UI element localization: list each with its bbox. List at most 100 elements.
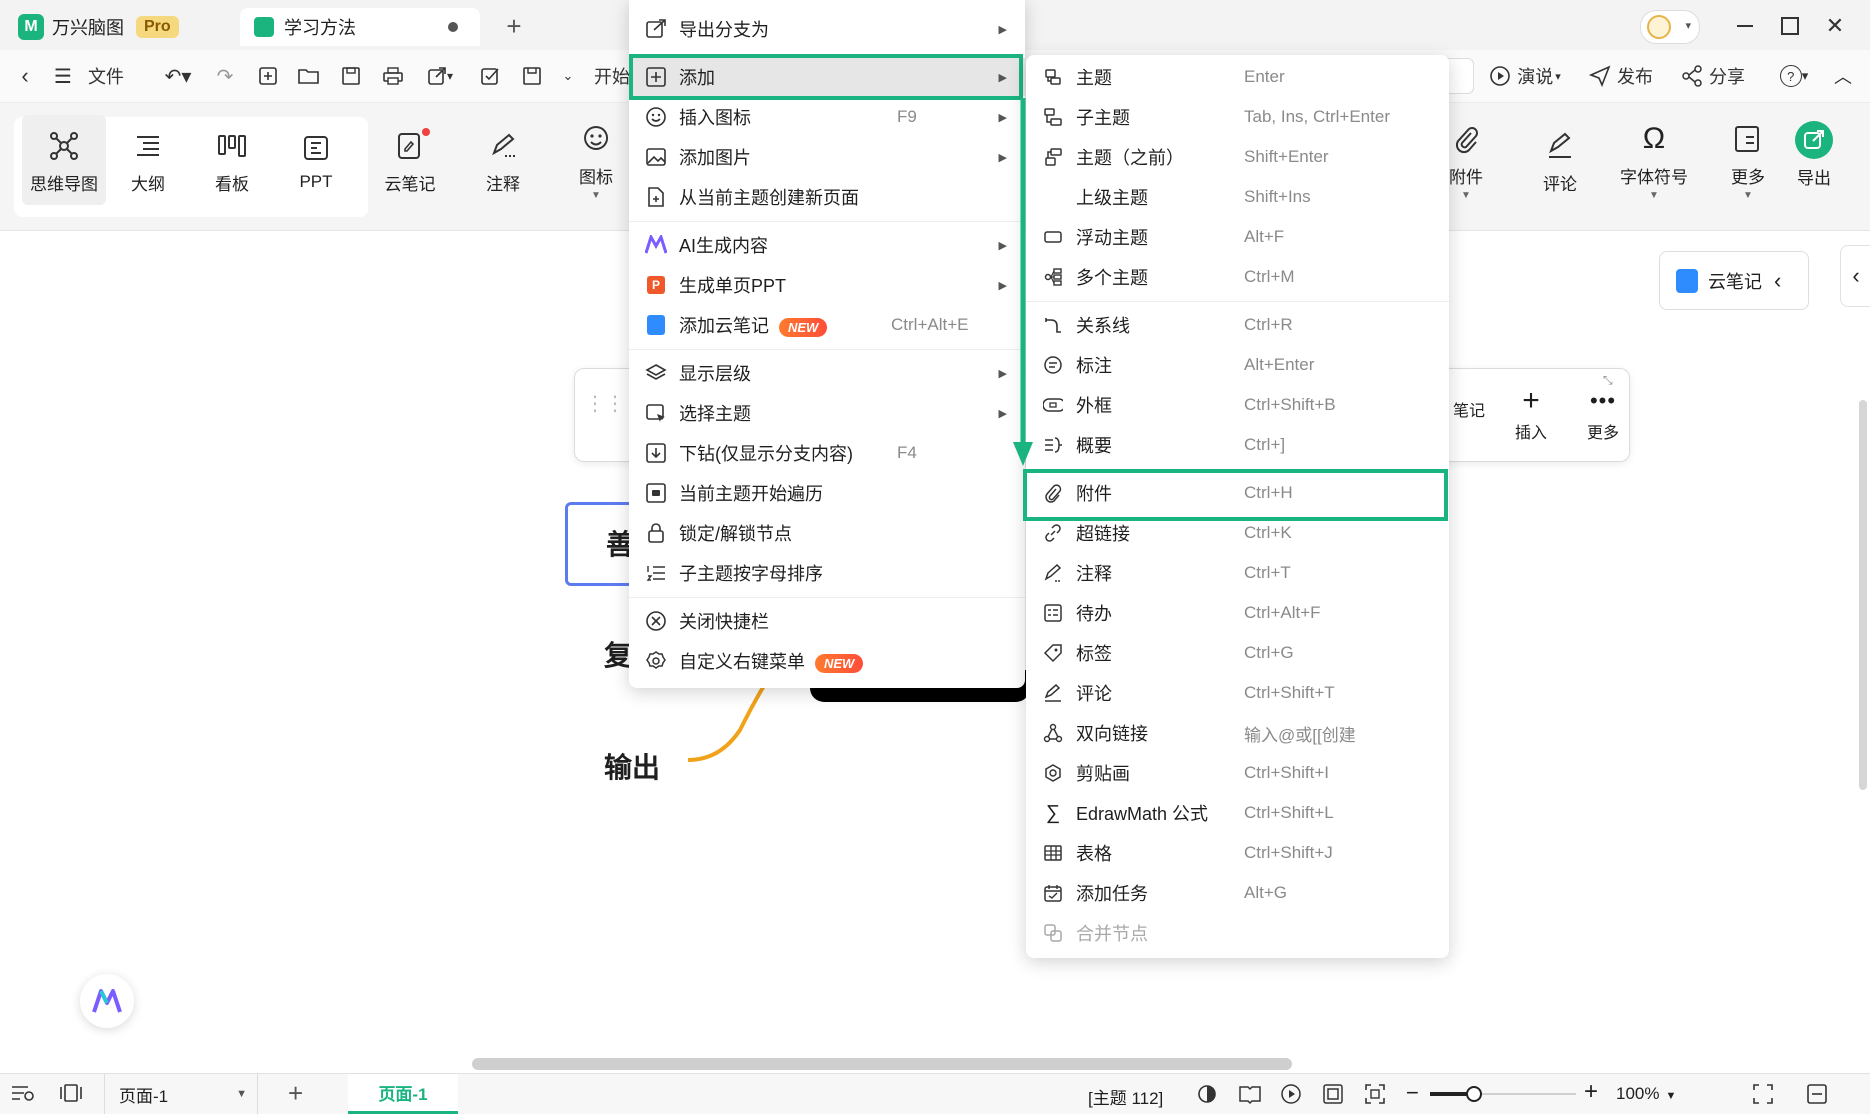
- minimize-button[interactable]: [1730, 8, 1760, 44]
- submenu-item-subtopic[interactable]: 子主题 Tab, Ins, Ctrl+Enter: [1026, 98, 1449, 136]
- back-icon[interactable]: ‹: [12, 58, 38, 94]
- close-window-button[interactable]: ✕: [1820, 8, 1850, 44]
- menu-item-generate-ppt[interactable]: P 生成单页PPT ▶: [629, 266, 1025, 304]
- vertical-scrollbar[interactable]: [1859, 400, 1867, 790]
- page-select[interactable]: 页面-1 ▼: [104, 1074, 258, 1114]
- undo-icon[interactable]: ↶▾: [160, 58, 196, 94]
- menu-item-sort[interactable]: 子主题按字母排序: [629, 554, 1025, 592]
- menu-icon[interactable]: ☰: [50, 58, 76, 94]
- node-fu[interactable]: 复: [604, 634, 632, 674]
- account-button[interactable]: ▾: [1640, 10, 1700, 44]
- node-output[interactable]: 输出: [604, 746, 660, 786]
- menu-item-traverse[interactable]: 当前主题开始遍历: [629, 474, 1025, 512]
- save-icon[interactable]: [338, 58, 364, 94]
- submenu-item-todo[interactable]: 待办 Ctrl+Alt+F: [1026, 594, 1449, 632]
- fit-page-icon[interactable]: [1322, 1083, 1344, 1105]
- share-button[interactable]: 分享: [1676, 58, 1750, 94]
- save-as-icon[interactable]: [519, 58, 545, 94]
- menu-item-close-quickbar[interactable]: 关闭快捷栏: [629, 602, 1025, 640]
- tab-document[interactable]: 学习方法: [240, 8, 480, 46]
- theme-icon[interactable]: [1196, 1083, 1218, 1105]
- cloud-note-chip[interactable]: 云笔记 ‹: [1659, 251, 1809, 310]
- export-button[interactable]: 导出: [1772, 109, 1856, 199]
- submenu-item-tag[interactable]: 标签 Ctrl+G: [1026, 634, 1449, 672]
- page-tab-active[interactable]: 页面-1: [348, 1074, 458, 1114]
- menu-item-drill-down[interactable]: 下钻(仅显示分支内容) F4: [629, 434, 1025, 472]
- menu-item-select-topic[interactable]: 选择主题 ▶: [629, 394, 1025, 432]
- panel-toggle-icon[interactable]: [1806, 1083, 1828, 1105]
- maximize-button[interactable]: [1775, 8, 1805, 44]
- submenu-item-backlink[interactable]: 双向链接 输入@或[[创建: [1026, 714, 1449, 752]
- expand-icon[interactable]: [1752, 1083, 1774, 1105]
- unsaved-dot-icon[interactable]: [448, 22, 458, 32]
- symbol-button[interactable]: Ω 字体符号 ▼: [1612, 115, 1696, 205]
- zoom-select[interactable]: 100% ▼: [1616, 1084, 1676, 1104]
- submenu-item-boundary[interactable]: 外框 Ctrl+Shift+B: [1026, 386, 1449, 424]
- view-ppt[interactable]: PPT: [274, 115, 358, 205]
- view-outline[interactable]: 大纲: [106, 115, 190, 205]
- more-quick-icon[interactable]: ⌄: [558, 58, 578, 94]
- view-kanban[interactable]: 看板: [190, 115, 274, 205]
- zoom-knob[interactable]: [1465, 1086, 1482, 1102]
- fullscreen-icon[interactable]: [1364, 1083, 1386, 1105]
- zoom-out-button[interactable]: −: [1406, 1080, 1419, 1106]
- checkbox-icon[interactable]: [477, 58, 503, 94]
- filter-icon[interactable]: [10, 1082, 38, 1106]
- menu-item-add-cloud-note[interactable]: 添加云笔记 NEW Ctrl+Alt+E: [629, 306, 1025, 344]
- new-file-icon[interactable]: [255, 58, 281, 94]
- view-mindmap[interactable]: 思维导图: [22, 115, 106, 205]
- page-panel-icon[interactable]: [58, 1082, 86, 1106]
- submenu-item-note[interactable]: 注释 Ctrl+T: [1026, 554, 1449, 592]
- export-quick-icon[interactable]: ▾: [422, 58, 458, 94]
- collapse-ribbon-icon[interactable]: ︿: [1830, 58, 1856, 94]
- menu-item-show-level[interactable]: 显示层级 ▶: [629, 354, 1025, 392]
- submenu-item-floating-topic[interactable]: 浮动主题 Alt+F: [1026, 218, 1449, 256]
- submenu-item-comment[interactable]: 评论 Ctrl+Shift+T: [1026, 674, 1449, 712]
- submenu-item-table[interactable]: 表格 Ctrl+Shift+J: [1026, 834, 1449, 872]
- submenu-item-formula[interactable]: ∑ EdrawMath 公式 Ctrl+Shift+L: [1026, 794, 1449, 832]
- new-tab-button[interactable]: +: [502, 8, 526, 44]
- present-button[interactable]: 演说 ▾: [1482, 58, 1568, 94]
- print-icon[interactable]: [380, 58, 406, 94]
- publish-button[interactable]: 发布: [1584, 58, 1658, 94]
- submenu-item-callout[interactable]: 标注 Alt+Enter: [1026, 346, 1449, 384]
- submenu-item-topic[interactable]: 主题 Enter: [1026, 58, 1449, 96]
- horizontal-scrollbar[interactable]: [472, 1058, 1292, 1070]
- menu-item-customize[interactable]: 自定义右键菜单 NEW: [629, 642, 1025, 680]
- collapse-toolbar-icon[interactable]: ⤡: [1603, 373, 1613, 388]
- float-insert-button[interactable]: + 插入: [1503, 386, 1559, 443]
- float-more-button[interactable]: ••• 更多: [1575, 387, 1631, 443]
- cloud-note-button[interactable]: 云笔记: [368, 115, 452, 205]
- menu-item-insert-icon[interactable]: 插入图标 F9 ▶: [629, 98, 1025, 136]
- icon-button[interactable]: 图标 ▼: [554, 115, 638, 205]
- submenu-item-add-task[interactable]: 添加任务 Alt+G: [1026, 874, 1449, 912]
- drag-handle-icon[interactable]: ⋮⋮: [585, 394, 625, 414]
- add-page-button[interactable]: +: [288, 1078, 303, 1109]
- book-view-icon[interactable]: [1238, 1083, 1262, 1105]
- menu-item-add-image[interactable]: 添加图片 ▶: [629, 138, 1025, 176]
- menu-item-new-page[interactable]: 从当前主题创建新页面: [629, 178, 1025, 216]
- menu-item-lock[interactable]: 锁定/解锁节点: [629, 514, 1025, 552]
- ai-assistant-button[interactable]: [80, 974, 134, 1028]
- help-button[interactable]: ? ▾: [1772, 58, 1816, 94]
- submenu-item-topic-before[interactable]: 主题（之前） Shift+Enter: [1026, 138, 1449, 176]
- redo-icon[interactable]: ↷: [212, 58, 238, 94]
- zoom-slider[interactable]: [1430, 1086, 1576, 1102]
- submenu-item-multiple-topics[interactable]: 多个主题 Ctrl+M: [1026, 258, 1449, 296]
- side-panel-toggle[interactable]: ‹: [1840, 245, 1870, 307]
- menu-item-ai-generate[interactable]: AI生成内容 ▶: [629, 226, 1025, 264]
- open-folder-icon[interactable]: [296, 58, 322, 94]
- submenu-item-relation-line[interactable]: 关系线 Ctrl+R: [1026, 306, 1449, 344]
- submenu-item-clipart[interactable]: 剪贴画 Ctrl+Shift+I: [1026, 754, 1449, 792]
- app-tab[interactable]: M 万兴脑图 Pro: [18, 8, 179, 46]
- play-icon[interactable]: [1280, 1083, 1302, 1105]
- zoom-in-button[interactable]: +: [1584, 1078, 1598, 1106]
- comment-button[interactable]: 评论: [1518, 115, 1602, 205]
- menu-item-export-branch[interactable]: 导出分支为 ▶: [629, 10, 1025, 48]
- submenu-item-summary[interactable]: 概要 Ctrl+]: [1026, 426, 1449, 464]
- annotate-button[interactable]: 注释: [461, 115, 545, 205]
- file-menu[interactable]: 文件: [84, 58, 128, 94]
- start-tab[interactable]: 开始: [594, 58, 630, 94]
- float-note-label[interactable]: 笔记: [1445, 397, 1493, 421]
- submenu-item-parent-topic[interactable]: 上级主题 Shift+Ins: [1026, 178, 1449, 216]
